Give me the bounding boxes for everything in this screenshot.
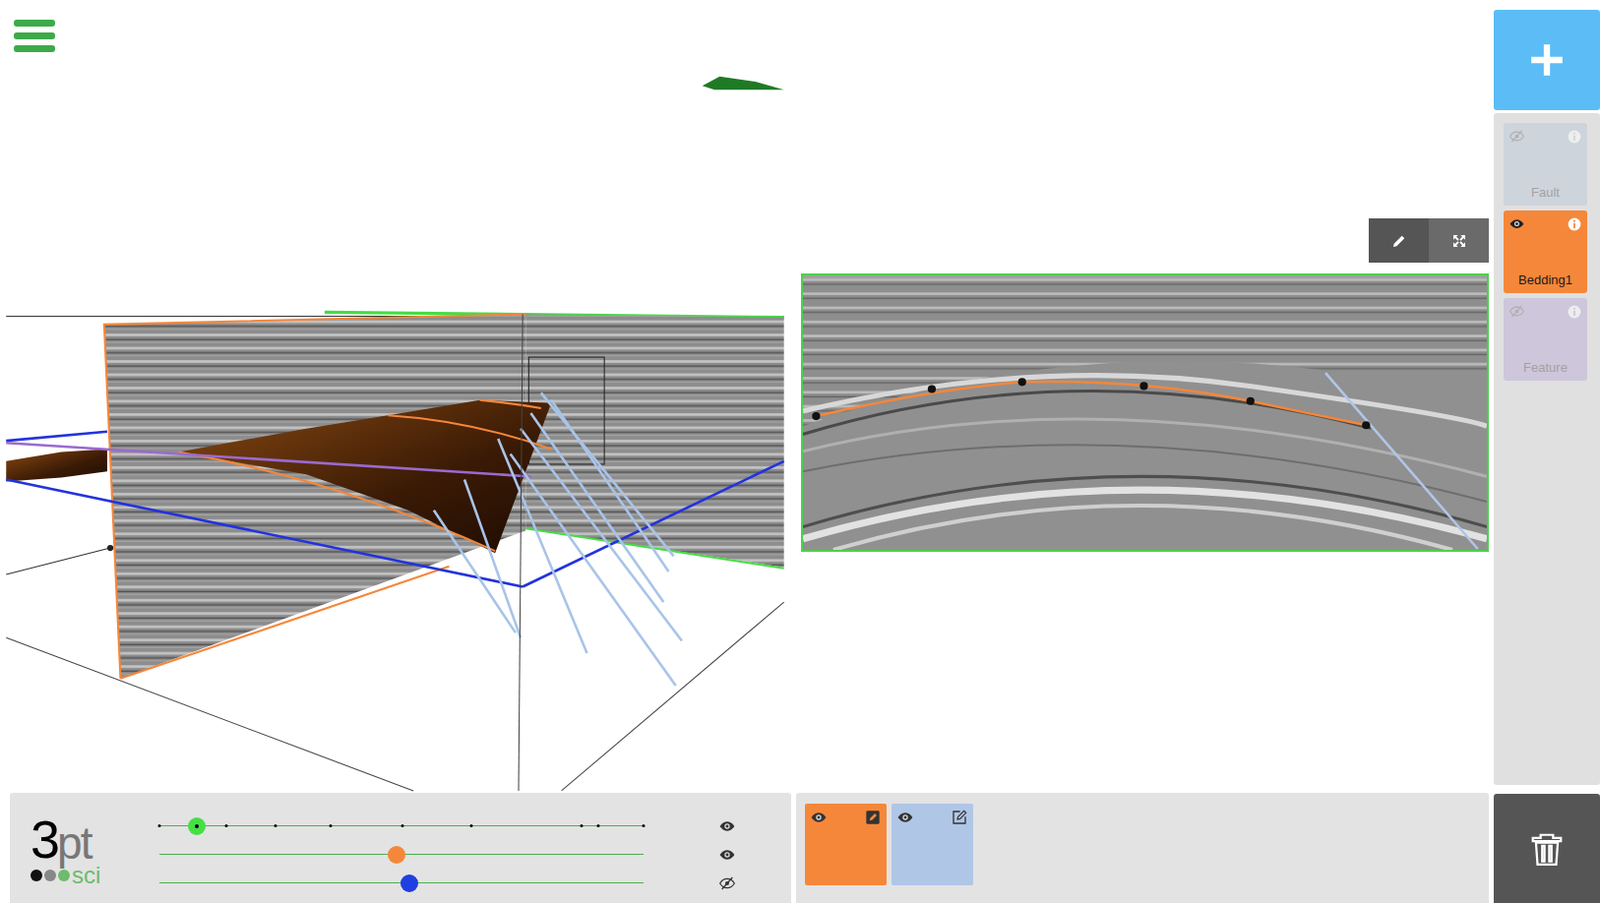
- layer-list: Fault Bedding1 Feature: [1493, 113, 1600, 786]
- section-layer-swatch[interactable]: [891, 803, 974, 886]
- logo-number: 3: [30, 812, 58, 866]
- eye-hidden-icon[interactable]: [1509, 128, 1526, 145]
- edit-icon[interactable]: [951, 809, 968, 826]
- layer-label: Bedding1: [1509, 272, 1582, 289]
- logo: 3ptsci: [9, 793, 160, 903]
- eye-hidden-icon[interactable]: [719, 874, 738, 893]
- logo-sub-text: sci: [71, 863, 101, 888]
- logo-dot: [58, 869, 70, 882]
- layer-label: Feature: [1509, 360, 1582, 376]
- layer-label: Fault: [1509, 184, 1582, 201]
- slider-track[interactable]: [159, 846, 644, 864]
- app: 3ptsci Fault Bedding1 Feature: [0, 0, 1600, 903]
- info-icon[interactable]: [1567, 217, 1582, 232]
- trash-icon: [1528, 830, 1566, 868]
- 3d-view[interactable]: [0, 0, 792, 794]
- section-layers-panel: [796, 793, 1489, 903]
- section-view[interactable]: [800, 273, 1489, 553]
- draw-button[interactable]: [1368, 218, 1429, 263]
- plus-icon: [1528, 41, 1566, 79]
- section-layer-swatch[interactable]: [804, 803, 887, 886]
- slider-tick: [596, 824, 600, 828]
- eye-hidden-icon[interactable]: [1509, 304, 1526, 320]
- slider-row: [159, 868, 738, 898]
- slider-row: [159, 811, 738, 841]
- slider-row: [159, 840, 738, 869]
- layer-card-header: [1509, 216, 1582, 233]
- slider-knob[interactable]: [387, 846, 406, 864]
- slider-track[interactable]: [159, 817, 644, 836]
- info-icon[interactable]: [1567, 129, 1582, 144]
- controls-panel: 3ptsci: [9, 793, 792, 903]
- slider-tick: [328, 824, 332, 828]
- slider-tick: [642, 824, 646, 828]
- logo-dot: [30, 869, 43, 882]
- logo-mark: 3pt: [30, 812, 160, 866]
- main-area: 3ptsci: [0, 0, 1494, 903]
- slider-knob[interactable]: [400, 874, 419, 893]
- views: [0, 0, 1494, 794]
- expand-button[interactable]: [1428, 218, 1489, 263]
- menu-icon[interactable]: [13, 19, 56, 53]
- delete-button[interactable]: [1493, 794, 1600, 903]
- slider-tick: [400, 824, 404, 828]
- eye-icon[interactable]: [897, 809, 916, 826]
- pencil-icon: [1391, 233, 1408, 249]
- layer-card[interactable]: Fault: [1503, 123, 1588, 206]
- sidebar: Fault Bedding1 Feature: [1493, 0, 1600, 903]
- slider-knob-dot: [194, 824, 199, 829]
- info-icon[interactable]: [1567, 305, 1582, 319]
- 3d-scene[interactable]: [0, 0, 792, 794]
- layer-card-header: [1509, 304, 1582, 320]
- layer-card-header: [1509, 128, 1582, 145]
- slider-tick: [579, 824, 583, 828]
- layer-card[interactable]: Bedding1: [1503, 210, 1588, 294]
- slider-track[interactable]: [159, 874, 644, 893]
- eye-icon[interactable]: [719, 846, 738, 864]
- section-pane: [791, 0, 1494, 794]
- eye-icon[interactable]: [1509, 216, 1526, 233]
- section-toolbar: [800, 218, 1489, 263]
- layer-card[interactable]: Feature: [1503, 298, 1588, 381]
- logo-dot: [44, 869, 57, 882]
- bottom-bar: 3ptsci: [0, 793, 1494, 903]
- eye-icon[interactable]: [719, 817, 738, 836]
- eye-icon[interactable]: [810, 809, 829, 826]
- slider-list: [159, 793, 738, 903]
- add-button[interactable]: [1493, 9, 1600, 111]
- edit-icon[interactable]: [864, 809, 881, 826]
- logo-letters: pt: [57, 820, 91, 866]
- slider-tick: [225, 824, 229, 828]
- slider-tick: [469, 824, 473, 828]
- slider-tick: [158, 824, 162, 828]
- section-canvas[interactable]: [802, 275, 1487, 551]
- slider-tick: [273, 824, 277, 828]
- slider-knob[interactable]: [187, 817, 206, 836]
- expand-icon: [1451, 233, 1468, 249]
- logo-sub: sci: [30, 863, 160, 888]
